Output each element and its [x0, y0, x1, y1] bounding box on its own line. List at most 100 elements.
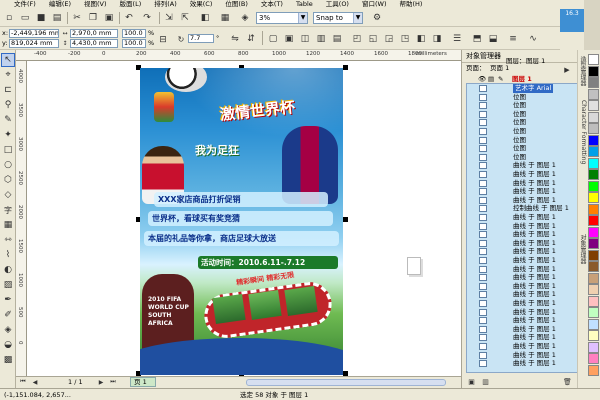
object-tree-row[interactable]: 曲线 于 图层 1 — [467, 213, 577, 222]
redo-icon[interactable]: ↷ — [140, 11, 154, 25]
color-swatch[interactable] — [588, 318, 599, 330]
scale-width-field[interactable]: 100.0 — [122, 29, 146, 38]
menu-item-2[interactable]: 视图(V) — [84, 0, 107, 9]
convert-to-curves-icon[interactable]: ∿ — [526, 32, 540, 46]
color-swatch[interactable] — [588, 180, 599, 192]
basic-shapes-icon[interactable]: ◇ — [1, 188, 15, 202]
to-back-icon[interactable]: ⬓ — [486, 32, 500, 46]
docker-tab-0[interactable]: 造型管理器 — [579, 56, 587, 86]
outline-width-icon[interactable]: ≡ — [506, 32, 520, 46]
weld-icon[interactable]: ◰ — [350, 32, 364, 46]
menu-item-8[interactable]: Table — [296, 0, 313, 9]
color-swatch[interactable] — [588, 272, 599, 284]
application-launcher-icon[interactable]: ◧ — [198, 11, 212, 25]
y-position-field[interactable]: 819,024 mm — [9, 39, 59, 48]
menu-item-9[interactable]: 工具(O) — [326, 0, 349, 9]
selection-handle[interactable] — [343, 217, 348, 222]
object-tree-row[interactable]: 曲线 于 图层 1 — [467, 265, 577, 274]
trim-icon[interactable]: ◱ — [366, 32, 380, 46]
height-field[interactable]: 4,430,0 mm — [70, 39, 118, 48]
object-tree-row[interactable]: 曲线 于 图层 1 — [467, 273, 577, 282]
menu-item-3[interactable]: 版面(L) — [120, 0, 142, 9]
object-tree-row[interactable]: 曲线 于 图层 1 — [467, 299, 577, 308]
mesh-fill-icon[interactable]: ▩ — [1, 353, 15, 367]
vertical-ruler[interactable]: 4000 3500 3000 2500 2000 1500 1000 500 0 — [16, 61, 27, 376]
color-swatch[interactable] — [588, 284, 599, 295]
break-apart-icon[interactable]: ▤ — [330, 32, 344, 46]
back-minus-front-icon[interactable]: ◨ — [430, 32, 444, 46]
connector-tool-icon[interactable]: ⌇ — [1, 248, 15, 262]
object-tree-row[interactable]: 曲线 于 图层 1 — [467, 247, 577, 256]
menu-item-5[interactable]: 效果(C) — [190, 0, 213, 9]
x-position-field[interactable]: -2,449,196 mm — [9, 29, 59, 38]
export-icon[interactable]: ⇱ — [178, 11, 192, 25]
color-swatch[interactable] — [588, 295, 599, 307]
docker-tab-2[interactable]: 对象管理器 — [579, 234, 587, 264]
object-tree-row[interactable]: 位图 — [467, 127, 577, 136]
save-icon[interactable]: ■ — [34, 11, 48, 25]
menu-item-4[interactable]: 排列(A) — [154, 0, 177, 9]
object-tree-row[interactable]: 曲线 于 图层 1 — [467, 230, 577, 239]
object-tree[interactable]: 艺术字 Arial 位图 位图 位图 位图 位图 位图 位图 位图 曲线 于 图层 1 曲线 于 图… — [466, 83, 578, 373]
object-tree-row[interactable]: 曲线 于 图层 1 — [467, 333, 577, 342]
selection-handle[interactable] — [343, 65, 348, 70]
color-swatch[interactable] — [588, 100, 599, 111]
ellipse-tool-icon[interactable]: ○ — [1, 158, 15, 172]
horizontal-scrollbar[interactable] — [246, 379, 446, 386]
menu-item-0[interactable]: 文件(F) — [14, 0, 36, 9]
print-icon[interactable]: ▤ — [50, 11, 64, 25]
color-swatch[interactable] — [588, 341, 599, 353]
object-tree-row[interactable]: 艺术字 Arial — [467, 84, 577, 93]
snap-to-dropdown[interactable]: Snap to ▼ — [313, 12, 363, 24]
blend-tool-icon[interactable]: ◐ — [1, 263, 15, 277]
text-tool-icon[interactable]: 字 — [1, 203, 15, 217]
horizontal-ruler[interactable]: -400 -200 0 200 400 600 800 1000 1200 1400 1600 180… — [16, 50, 461, 61]
menu-item-6[interactable]: 位图(B) — [225, 0, 248, 9]
mirror-horizontal-icon[interactable]: ⇋ — [228, 32, 242, 46]
color-swatch[interactable] — [588, 111, 599, 123]
object-tree-row[interactable]: 曲线 于 图层 1 — [467, 290, 577, 299]
object-tree-row[interactable]: 曲线 于 图层 1 — [467, 179, 577, 188]
last-page-icon[interactable]: ⏭ — [108, 377, 118, 387]
pick-tool-icon[interactable]: ↖ — [1, 53, 15, 67]
fill-tool-icon[interactable]: ◈ — [1, 323, 15, 337]
rectangle-tool-icon[interactable]: □ — [1, 143, 15, 157]
page-thumbnail-icon[interactable] — [407, 257, 421, 275]
object-tree-row[interactable]: 位图 — [467, 144, 577, 153]
first-page-icon[interactable]: ⏮ — [18, 377, 28, 387]
delete-icon[interactable]: 🗑 — [562, 376, 573, 387]
new-master-layer-icon[interactable]: ▥ — [480, 376, 491, 387]
color-swatch[interactable] — [588, 54, 599, 65]
color-swatch[interactable] — [588, 249, 599, 261]
color-swatch[interactable] — [588, 123, 599, 134]
menu-item-10[interactable]: 窗口(W) — [362, 0, 387, 9]
rotation-field[interactable]: 7.7 — [188, 34, 214, 43]
object-tree-row[interactable]: 曲线 于 图层 1 — [467, 222, 577, 231]
dimension-tool-icon[interactable]: ⇿ — [1, 233, 15, 247]
color-swatch[interactable] — [588, 134, 599, 146]
zoom-tool-icon[interactable]: ⚲ — [1, 98, 15, 112]
to-front-icon[interactable]: ⬒ — [470, 32, 484, 46]
ungroup-all-icon[interactable]: ◫ — [298, 32, 312, 46]
color-swatch[interactable] — [588, 77, 599, 88]
cut-icon[interactable]: ✂ — [70, 11, 84, 25]
corel-online-icon[interactable]: ◈ — [238, 11, 252, 25]
color-swatch[interactable] — [588, 226, 599, 238]
interactive-fill-icon[interactable]: ◒ — [1, 338, 15, 352]
object-tree-row[interactable]: 曲线 于 图层 1 — [467, 170, 577, 179]
zoom-level-dropdown[interactable]: 3% ▼ — [256, 12, 308, 24]
paste-icon[interactable]: ▣ — [102, 11, 116, 25]
outline-pen-icon[interactable]: ✐ — [1, 308, 15, 322]
poster-artwork[interactable]: 激情世界杯 我为足狂 XXX家店商品打折促销 世界杯，看球买有奖竞猜 本届的礼品… — [140, 68, 343, 375]
object-tree-row[interactable]: 曲线 于 图层 1 — [467, 342, 577, 351]
welcome-screen-icon[interactable]: ▦ — [218, 11, 232, 25]
transparency-tool-icon[interactable]: ▨ — [1, 278, 15, 292]
color-swatch[interactable] — [588, 65, 599, 77]
intersect-icon[interactable]: ◲ — [382, 32, 396, 46]
combine-icon[interactable]: ▥ — [314, 32, 328, 46]
group-icon[interactable]: ▢ — [266, 32, 280, 46]
open-folder-icon[interactable]: ▭ — [18, 11, 32, 25]
color-swatch[interactable] — [588, 307, 599, 318]
color-swatch[interactable] — [588, 353, 599, 364]
width-field[interactable]: 2,970,0 mm — [70, 29, 118, 38]
